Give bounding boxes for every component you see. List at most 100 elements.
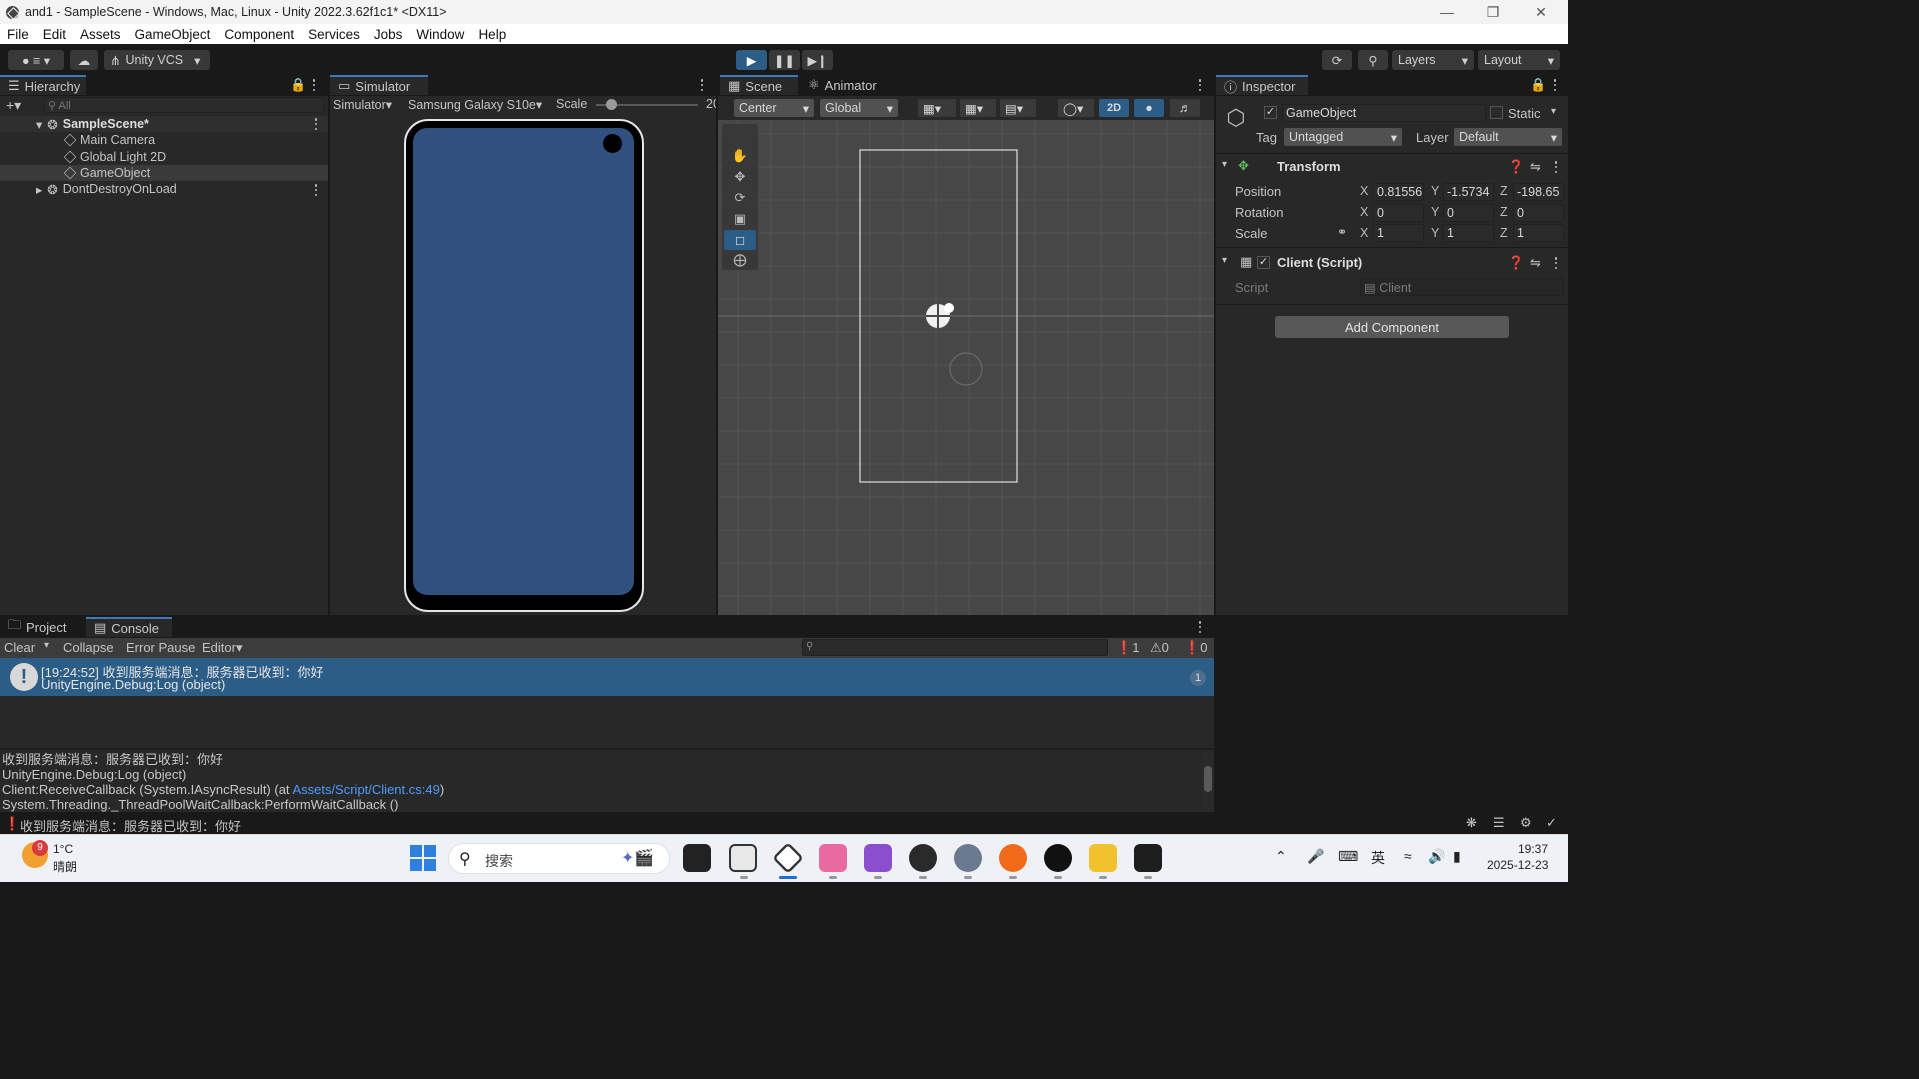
qq-icon[interactable] — [1044, 844, 1072, 872]
detail-scrollbar[interactable] — [1202, 752, 1214, 810]
rotation-x-field[interactable]: 0 — [1373, 204, 1424, 222]
console-search-input[interactable]: ⚲ — [802, 639, 1108, 656]
preset-icon[interactable]: ⇋ — [1530, 255, 1541, 271]
component-menu-icon[interactable] — [1554, 161, 1558, 173]
layers-status-icon[interactable]: ☰ — [1493, 815, 1505, 831]
tab-hierarchy[interactable]: ☰ Hierarchy — [0, 75, 86, 95]
info-toggle[interactable]: ❗1 — [1116, 640, 1139, 656]
avatar-app-icon[interactable] — [909, 844, 937, 872]
error-pause-button[interactable]: Error Pause — [126, 640, 195, 655]
active-checkbox[interactable]: ✓ — [1264, 106, 1277, 119]
lock-icon[interactable]: 🔒 — [1530, 77, 1546, 93]
position-y-field[interactable]: -1.5734 — [1443, 183, 1494, 201]
help-icon[interactable]: ❓ — [1508, 255, 1524, 271]
tab-project[interactable]: 🗀 Project — [0, 617, 84, 637]
chevron-down-icon[interactable]: ▾ — [1551, 106, 1556, 117]
photos-icon[interactable] — [819, 844, 847, 872]
console-splitter[interactable] — [0, 748, 1214, 750]
menu-jobs[interactable]: Jobs — [367, 27, 410, 42]
menu-gameobject[interactable]: GameObject — [128, 27, 218, 42]
history-button[interactable]: ⟳ — [1322, 50, 1352, 70]
space-dropdown[interactable]: Global ▾ — [820, 99, 898, 117]
static-checkbox[interactable] — [1490, 106, 1503, 119]
shading-button[interactable]: ◯▾ — [1058, 99, 1094, 117]
simulator-mode-dropdown[interactable]: Simulator▾ — [333, 97, 392, 112]
cloud-button[interactable]: ☁ — [70, 50, 98, 70]
tab-console[interactable]: ▤ Console — [86, 617, 172, 637]
scale-slider-handle[interactable] — [606, 99, 617, 110]
settings-icon[interactable] — [954, 844, 982, 872]
scene-row[interactable]: ▾ ❂ SampleScene* — [0, 116, 328, 132]
component-menu-icon[interactable] — [1554, 257, 1558, 269]
status-message[interactable]: 收到服务端消息：服务器已收到：你好 — [20, 816, 241, 835]
transform-tool-icon[interactable]: ⨁ — [724, 251, 756, 269]
close-button[interactable]: ✕ — [1518, 0, 1564, 24]
mode-2d-toggle[interactable]: 2D — [1099, 99, 1129, 117]
keyboard-icon[interactable]: ⌨ — [1338, 848, 1358, 865]
account-button[interactable]: ● ≡ ▾ — [8, 50, 64, 70]
menu-help[interactable]: Help — [471, 27, 513, 42]
audio-toggle[interactable]: ♬ — [1170, 99, 1200, 117]
tab-inspector[interactable]: ⓘ Inspector — [1216, 75, 1308, 95]
search-button[interactable]: ⚲ — [1358, 50, 1388, 70]
dontdestroy-row[interactable]: ▸ ❂ DontDestroyOnLoad — [0, 181, 328, 197]
microphone-icon[interactable]: 🎤 — [1307, 848, 1324, 865]
simulator-menu-icon[interactable] — [700, 79, 704, 91]
tab-simulator[interactable]: ▭ Simulator — [330, 75, 428, 95]
hierarchy-item[interactable]: Global Light 2D — [0, 149, 328, 165]
restore-button[interactable]: ❐ — [1470, 0, 1516, 24]
rotation-y-field[interactable]: 0 — [1443, 204, 1494, 222]
menu-assets[interactable]: Assets — [73, 27, 128, 42]
check-icon[interactable]: ✓ — [1546, 815, 1557, 831]
chevron-up-icon[interactable]: ⌃ — [1275, 848, 1287, 865]
unity-hub-icon[interactable] — [729, 844, 757, 872]
object-name-field[interactable]: GameObject — [1282, 104, 1486, 122]
menu-file[interactable]: File — [0, 27, 36, 42]
dontdestroy-menu-icon[interactable] — [314, 184, 318, 196]
hierarchy-search-input[interactable]: ⚲ All — [44, 97, 324, 113]
error-toggle[interactable]: ❗0 — [1184, 640, 1207, 656]
wifi-icon[interactable]: ≈ — [1404, 848, 1412, 864]
clear-options-icon[interactable]: ▾ — [44, 640, 49, 651]
hand-tool-icon[interactable]: ✋ — [724, 146, 756, 166]
editor-dropdown[interactable]: Editor▾ — [202, 640, 243, 656]
scrollbar-thumb[interactable] — [1204, 766, 1212, 792]
menu-window[interactable]: Window — [409, 27, 471, 42]
scene-menu-icon[interactable] — [1198, 79, 1202, 91]
windows-start-icon[interactable] — [410, 845, 436, 871]
layers-dropdown[interactable]: Layers ▾ — [1392, 50, 1474, 70]
hierarchy-item-selected[interactable]: GameObject — [0, 165, 328, 181]
rect-tool-icon[interactable]: □ — [724, 230, 756, 250]
menu-services[interactable]: Services — [301, 27, 367, 42]
file-explorer-icon[interactable] — [1089, 844, 1117, 872]
layout-dropdown[interactable]: Layout ▾ — [1478, 50, 1560, 70]
position-z-field[interactable]: -198.65 — [1513, 183, 1564, 201]
add-icon[interactable]: +▾ — [6, 97, 21, 114]
warning-toggle[interactable]: ⚠0 — [1150, 640, 1169, 656]
menu-edit[interactable]: Edit — [36, 27, 73, 42]
transform-header[interactable]: ▾ ✥ Transform ❓ ⇋ — [1216, 156, 1568, 178]
scale-z-field[interactable]: 1 — [1513, 224, 1564, 242]
console-entry-selected[interactable]: ! [19:24:52] 收到服务端消息：服务器已收到：你好 UnityEngi… — [0, 658, 1214, 696]
script-enabled-checkbox[interactable]: ✓ — [1257, 256, 1270, 269]
scene-viewport[interactable] — [718, 120, 1214, 615]
pause-button[interactable]: ❚❚ — [769, 50, 800, 70]
scale-y-field[interactable]: 1 — [1443, 224, 1494, 242]
ime-indicator[interactable]: 英 — [1371, 848, 1385, 868]
taskbar-search[interactable]: ⚲ 搜索 ✦🎬 — [448, 843, 670, 874]
clock-time[interactable]: 19:37 — [1518, 842, 1548, 856]
step-button[interactable]: ▶❙ — [802, 50, 833, 70]
console-menu-icon[interactable] — [1198, 621, 1202, 633]
rotation-z-field[interactable]: 0 — [1513, 204, 1564, 222]
device-screen[interactable] — [413, 128, 634, 595]
help-icon[interactable]: ❓ — [1508, 159, 1524, 175]
scale-tool-icon[interactable]: ▣ — [724, 209, 756, 229]
pivot-dropdown[interactable]: Center ▾ — [734, 99, 814, 117]
tab-scene[interactable]: ▦ Scene — [720, 75, 798, 95]
link-icon[interactable]: ⚭ — [1337, 225, 1347, 239]
collapse-button[interactable]: Collapse — [63, 640, 114, 655]
play-button[interactable]: ▶ — [736, 50, 767, 70]
clock-date[interactable]: 2025-12-23 — [1487, 858, 1548, 872]
volume-icon[interactable]: 🔊 — [1428, 848, 1445, 865]
tag-dropdown[interactable]: Untagged ▾ — [1284, 128, 1402, 146]
